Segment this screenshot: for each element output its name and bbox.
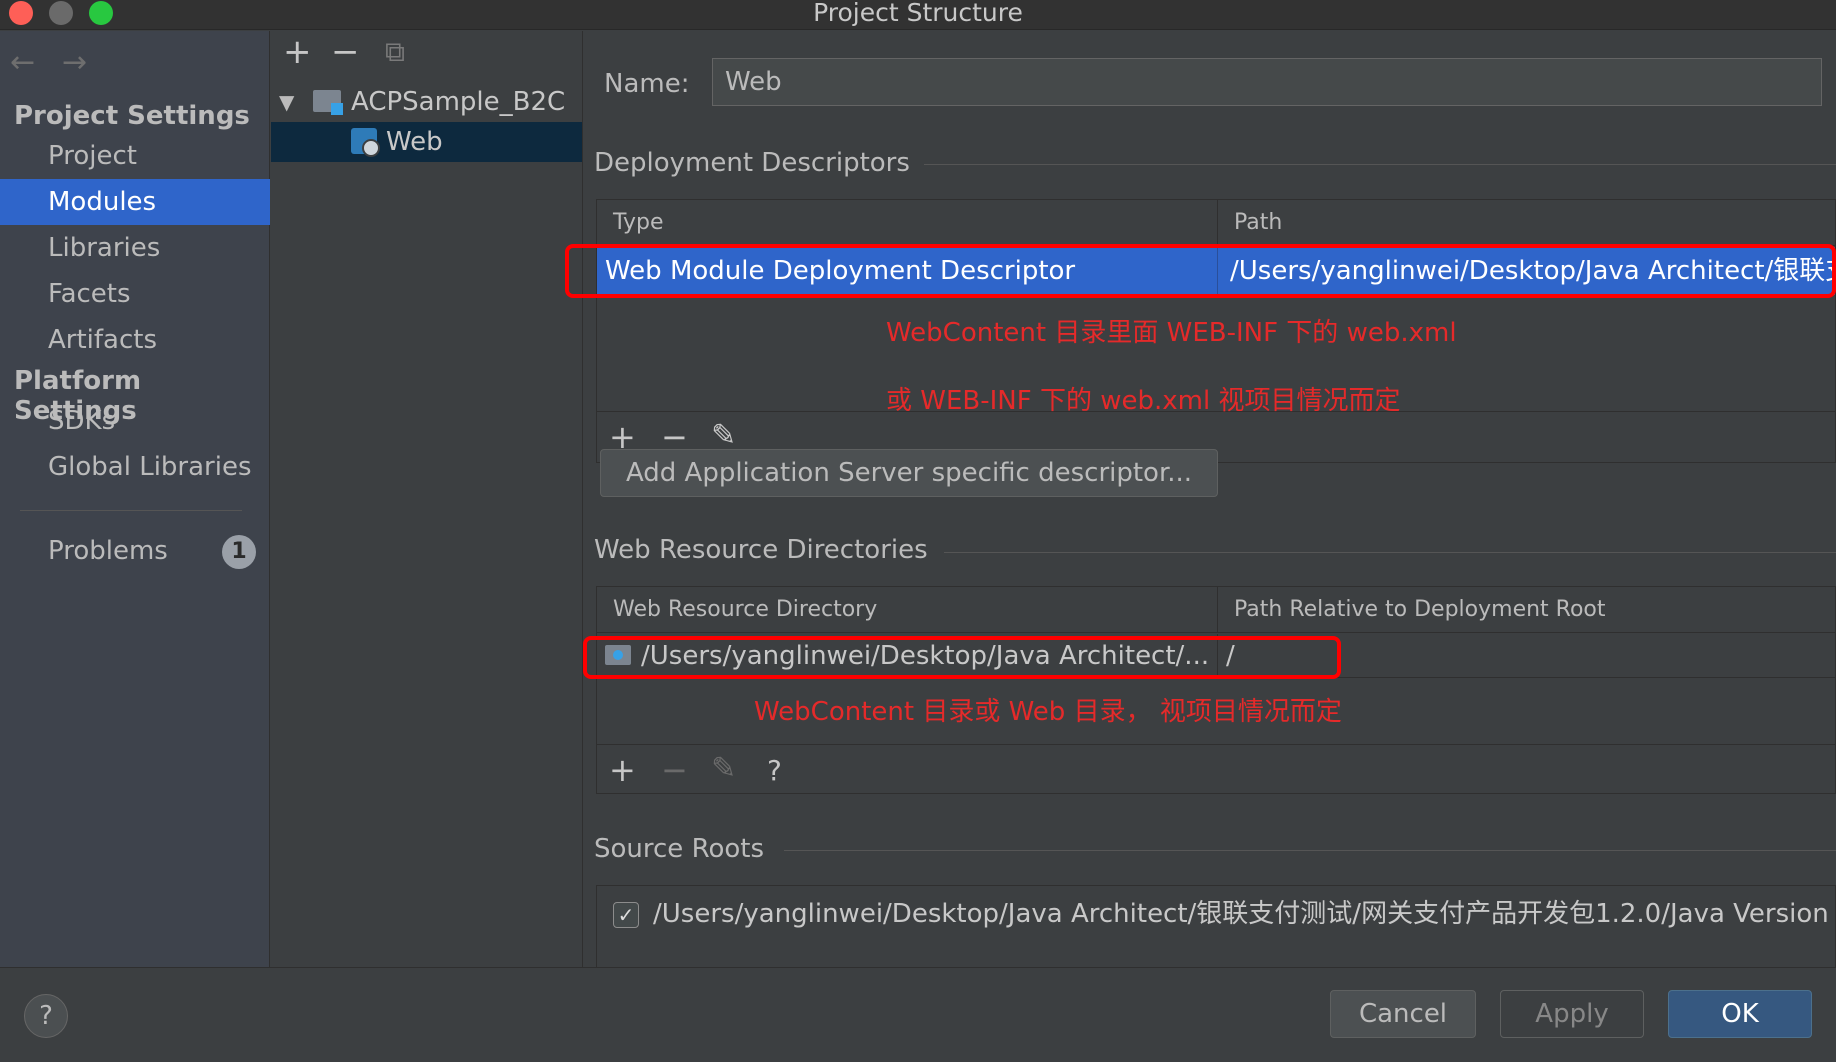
cancel-button[interactable]: Cancel <box>1330 990 1476 1038</box>
sidebar-item-project[interactable]: Project <box>0 133 270 179</box>
resources-toolbar: + − ✎ ? <box>597 744 1835 794</box>
remove-module-icon[interactable]: − <box>331 35 360 69</box>
sidebar-item-sdks[interactable]: SDKs <box>0 398 270 444</box>
add-resource-icon[interactable]: + <box>609 751 636 789</box>
section-divider <box>944 552 1836 553</box>
tree-item-root[interactable]: ▼ ACPSample_B2C <box>271 82 582 122</box>
back-arrow-icon[interactable]: ← <box>10 45 35 80</box>
source-root-path: /Users/yanglinwei/Desktop/Java Architect… <box>653 899 1829 929</box>
sidebar-divider <box>20 510 242 511</box>
apply-button[interactable]: Apply <box>1500 990 1644 1038</box>
window-title: Project Structure <box>813 0 1023 27</box>
column-header-resource-dir[interactable]: Web Resource Directory <box>597 587 1217 633</box>
tree-item-web[interactable]: Web <box>271 122 582 162</box>
source-roots-title: Source Roots <box>594 834 779 864</box>
highlight-box-descriptor <box>565 244 1836 298</box>
ok-button[interactable]: OK <box>1668 990 1812 1038</box>
section-divider <box>824 164 1836 165</box>
annotation-resource: WebContent 目录或 Web 目录， 视项目情况而定 <box>754 697 1342 727</box>
help-icon[interactable]: ? <box>767 754 782 787</box>
annotation-descriptor-1: WebContent 目录里面 WEB-INF 下的 web.xml <box>886 318 1457 348</box>
name-input[interactable]: Web <box>712 58 1822 106</box>
sidebar-item-artifacts[interactable]: Artifacts <box>0 317 270 363</box>
tree-item-label: ACPSample_B2C <box>351 87 566 117</box>
tree-item-label: Web <box>386 127 443 157</box>
dialog-footer: ? Cancel Apply OK <box>0 967 1836 1062</box>
name-label: Name: <box>604 69 690 99</box>
expand-caret-icon[interactable]: ▼ <box>279 82 294 122</box>
column-header-path[interactable]: Path <box>1217 200 1836 246</box>
edit-resource-icon[interactable]: ✎ <box>711 751 736 786</box>
highlight-box-resource <box>583 636 1341 679</box>
project-settings-header: Project Settings <box>14 101 250 131</box>
title-bar: Project Structure <box>0 0 1836 30</box>
module-folder-icon <box>313 90 343 115</box>
source-roots-list: ✓ /Users/yanglinwei/Desktop/Java Archite… <box>596 885 1836 967</box>
table-header: Web Resource Directory Path Relative to … <box>597 587 1835 633</box>
module-tree-panel: + − ⧉ ▼ ACPSample_B2C Web <box>271 31 583 967</box>
section-divider <box>784 850 1836 851</box>
sidebar-item-global-libraries[interactable]: Global Libraries <box>0 444 270 490</box>
web-resource-directories-title: Web Resource Directories <box>594 535 942 565</box>
sidebar-item-modules[interactable]: Modules <box>0 179 270 225</box>
table-header: Type Path <box>597 200 1835 246</box>
copy-module-icon[interactable]: ⧉ <box>385 35 405 69</box>
column-header-type[interactable]: Type <box>597 200 1217 246</box>
forward-arrow-icon[interactable]: → <box>62 45 87 80</box>
sidebar-item-facets[interactable]: Facets <box>0 271 270 317</box>
annotation-descriptor-2: 或 WEB-INF 下的 web.xml 视项目情况而定 <box>886 386 1401 416</box>
facet-settings-panel: Name: Web Deployment Descriptors Type Pa… <box>565 31 1836 967</box>
settings-sidebar: ← → Project Settings Project Modules Lib… <box>0 31 270 967</box>
deployment-descriptors-title: Deployment Descriptors <box>594 148 924 178</box>
column-header-relative-path[interactable]: Path Relative to Deployment Root <box>1217 587 1836 633</box>
add-module-icon[interactable]: + <box>283 35 312 69</box>
help-button[interactable]: ? <box>24 994 68 1038</box>
add-server-descriptor-button[interactable]: Add Application Server specific descript… <box>600 449 1218 497</box>
problems-count-badge: 1 <box>222 535 256 569</box>
sidebar-item-libraries[interactable]: Libraries <box>0 225 270 271</box>
edit-descriptor-icon[interactable]: ✎ <box>711 418 736 453</box>
source-root-checkbox[interactable]: ✓ <box>613 902 639 928</box>
web-facet-icon <box>351 128 380 157</box>
web-resource-table: Web Resource Directory Path Relative to … <box>596 586 1836 794</box>
remove-resource-icon[interactable]: − <box>661 751 688 789</box>
